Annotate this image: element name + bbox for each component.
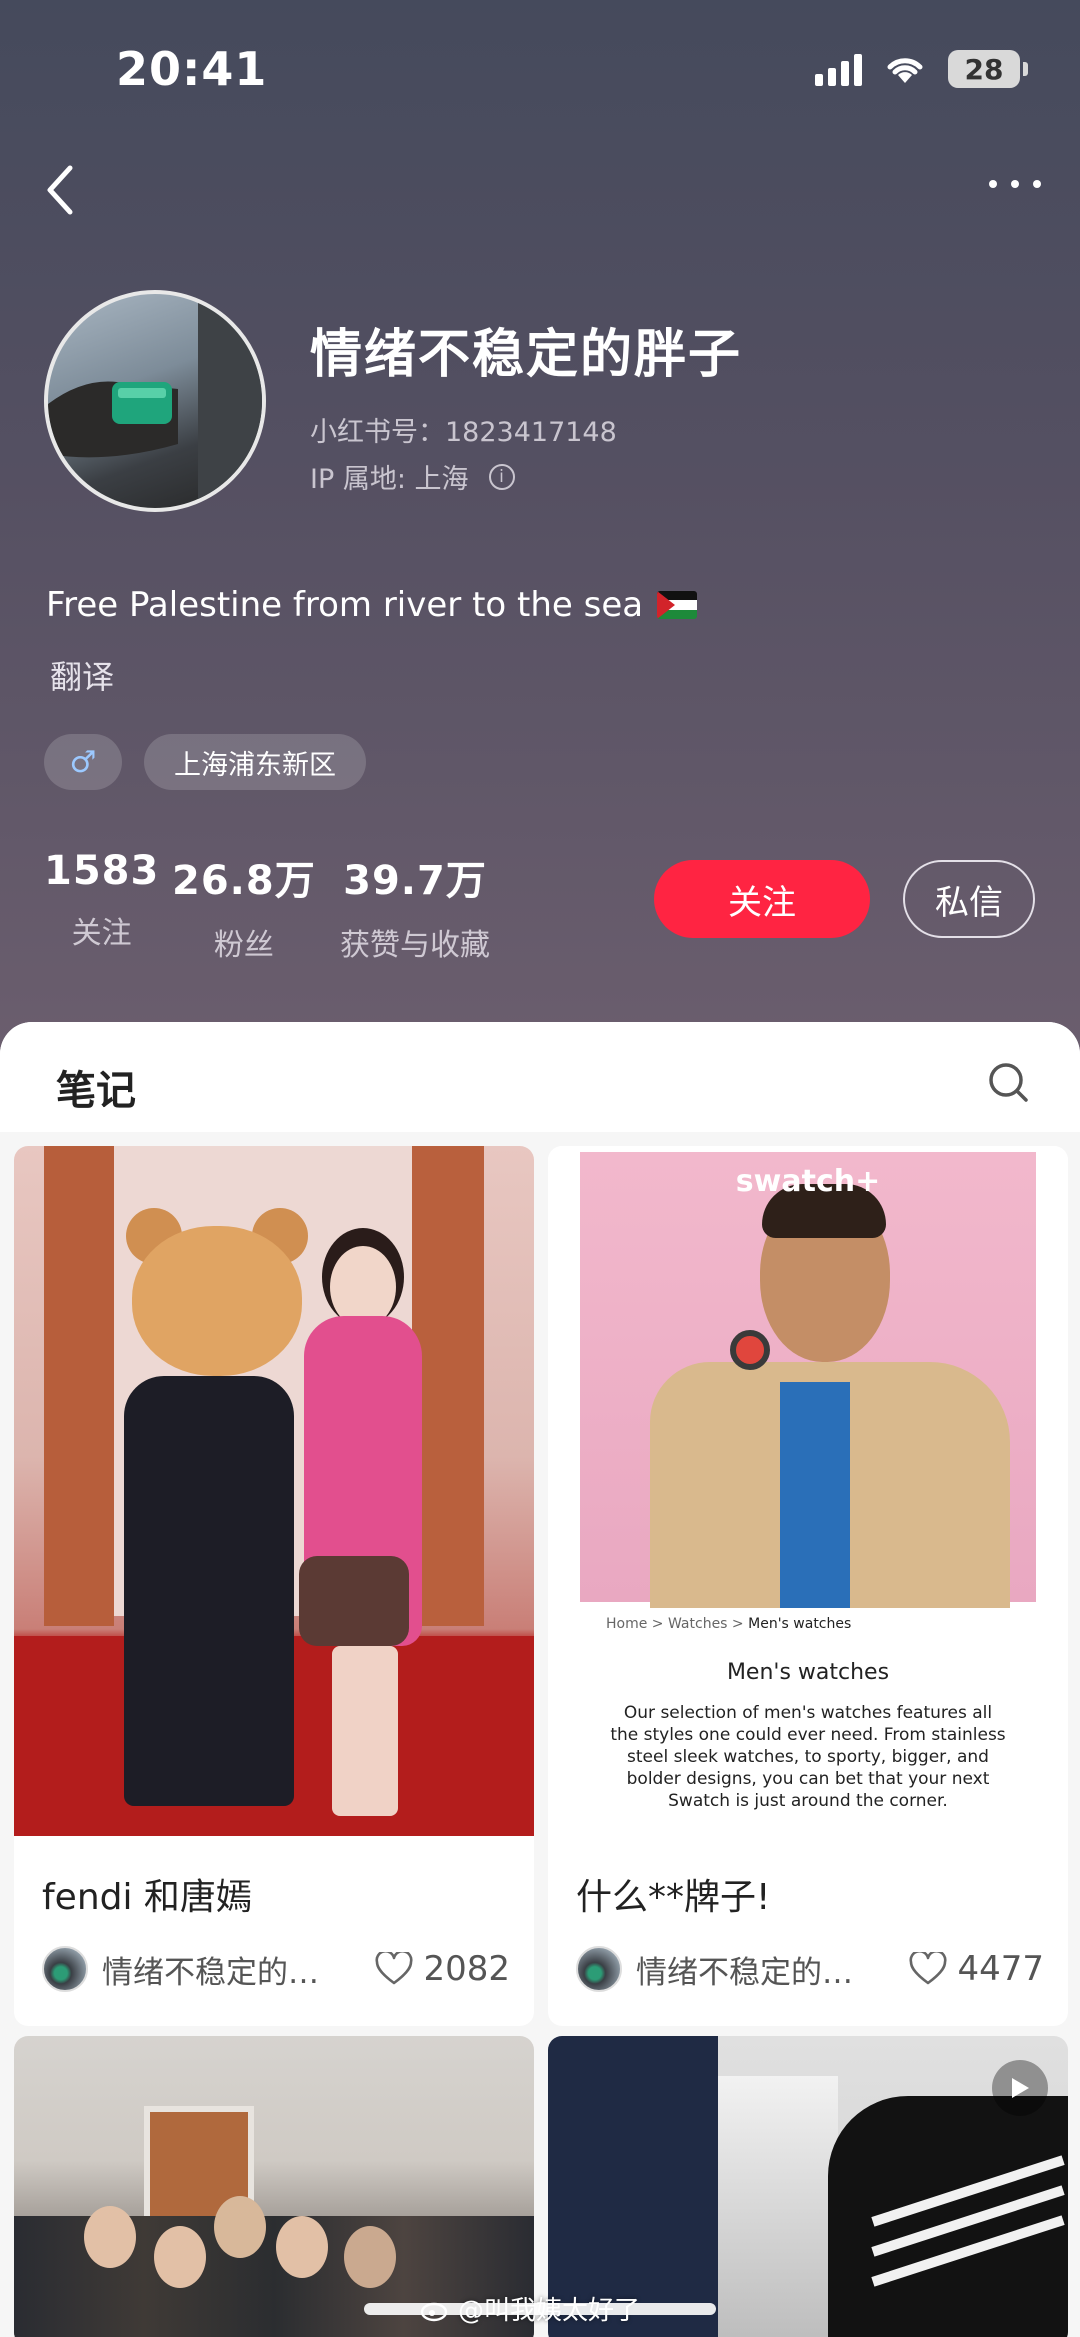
breadcrumb: Home > Watches > Men's watches: [606, 1616, 852, 1632]
note-footer: 情绪不稳定的… 4477: [576, 1944, 1044, 1994]
note-title: fendi 和唐嫣: [42, 1877, 252, 1918]
stat-likes-and-collects[interactable]: 39.7万 获赞与收藏: [340, 848, 490, 964]
author-avatar: [42, 1946, 88, 1992]
stat-value: 1583: [44, 848, 160, 894]
bio-text: Free Palestine from river to the sea: [46, 585, 644, 625]
like-button[interactable]: 4477: [909, 1949, 1044, 1989]
battery-icon: 28: [948, 50, 1028, 88]
watch-icon: [730, 1330, 770, 1370]
note-card[interactable]: swatch+ Home > Watches > Men's watches M…: [548, 1146, 1068, 2026]
notes-panel: 笔记 fendi 和唐嫣 情绪不稳定的… 2082 swatch+ Home >…: [0, 1022, 1080, 2337]
note-card[interactable]: fendi 和唐嫣 情绪不稳定的… 2082: [14, 1146, 534, 2026]
note-footer: 情绪不稳定的… 2082: [42, 1944, 510, 1994]
like-count: 2082: [423, 1949, 510, 1989]
search-icon[interactable]: [986, 1060, 1030, 1104]
stat-fans[interactable]: 26.8万 粉丝: [172, 848, 316, 964]
profile-bio: Free Palestine from river to the sea: [46, 585, 698, 625]
author-name: 情绪不稳定的…: [636, 1954, 853, 1991]
status-time: 20:41: [116, 42, 268, 96]
status-icons: 28: [815, 50, 1028, 88]
profile-name: 情绪不稳定的胖子: [310, 325, 743, 385]
stat-following[interactable]: 1583 关注: [44, 848, 159, 952]
image-description: Our selection of men's watches features …: [610, 1703, 1006, 1811]
heart-icon: [909, 1952, 947, 1985]
tab-notes[interactable]: 笔记: [56, 1058, 136, 1116]
author-name: 情绪不稳定的…: [102, 1954, 319, 1991]
video-play-icon: [992, 2060, 1048, 2116]
stat-label: 粉丝: [213, 928, 274, 963]
red-id: 小红书号：1823417148: [310, 417, 617, 448]
ip-location: IP 属地: 上海 i: [310, 457, 515, 496]
note-cover-image: swatch+ Home > Watches > Men's watches M…: [548, 1146, 1068, 1836]
note-cover-image: [14, 1146, 534, 1836]
stat-value: 26.8万: [172, 858, 316, 904]
like-button[interactable]: 2082: [375, 1949, 510, 1989]
translate-link[interactable]: 翻译: [50, 652, 114, 698]
stat-value: 39.7万: [343, 858, 487, 904]
cellular-signal-icon: [815, 52, 862, 86]
heart-icon: [375, 1952, 413, 1985]
bear-sticker: [132, 1226, 302, 1376]
note-title: 什么**牌子!: [576, 1877, 771, 1918]
more-icon: [989, 180, 1041, 188]
avatar-image: [48, 294, 262, 508]
stat-label: 获赞与收藏: [340, 928, 490, 963]
location-tag: 上海浦东新区: [144, 734, 366, 790]
gender-tag: ♂: [44, 734, 122, 790]
chevron-left-icon: [47, 165, 73, 215]
home-indicator[interactable]: [364, 2303, 716, 2315]
author-avatar: [576, 1946, 622, 1992]
follow-button[interactable]: 关注: [654, 860, 870, 938]
stat-label: 关注: [71, 916, 132, 951]
more-options-button[interactable]: [980, 170, 1050, 210]
info-icon[interactable]: i: [488, 463, 515, 490]
image-heading: Men's watches: [726, 1660, 890, 1685]
message-button[interactable]: 私信: [903, 860, 1035, 938]
palestine-flag-icon: [657, 591, 698, 619]
like-count: 4477: [957, 1949, 1044, 1989]
status-bar: 20:41 28: [0, 0, 1080, 140]
wifi-icon: [887, 58, 923, 83]
profile-avatar[interactable]: [44, 290, 266, 512]
back-button[interactable]: [40, 160, 90, 230]
ip-location-text: IP 属地: 上海: [310, 464, 469, 495]
swatch-logo: swatch+: [735, 1164, 881, 1199]
tab-bar: 笔记: [0, 1022, 1080, 1132]
